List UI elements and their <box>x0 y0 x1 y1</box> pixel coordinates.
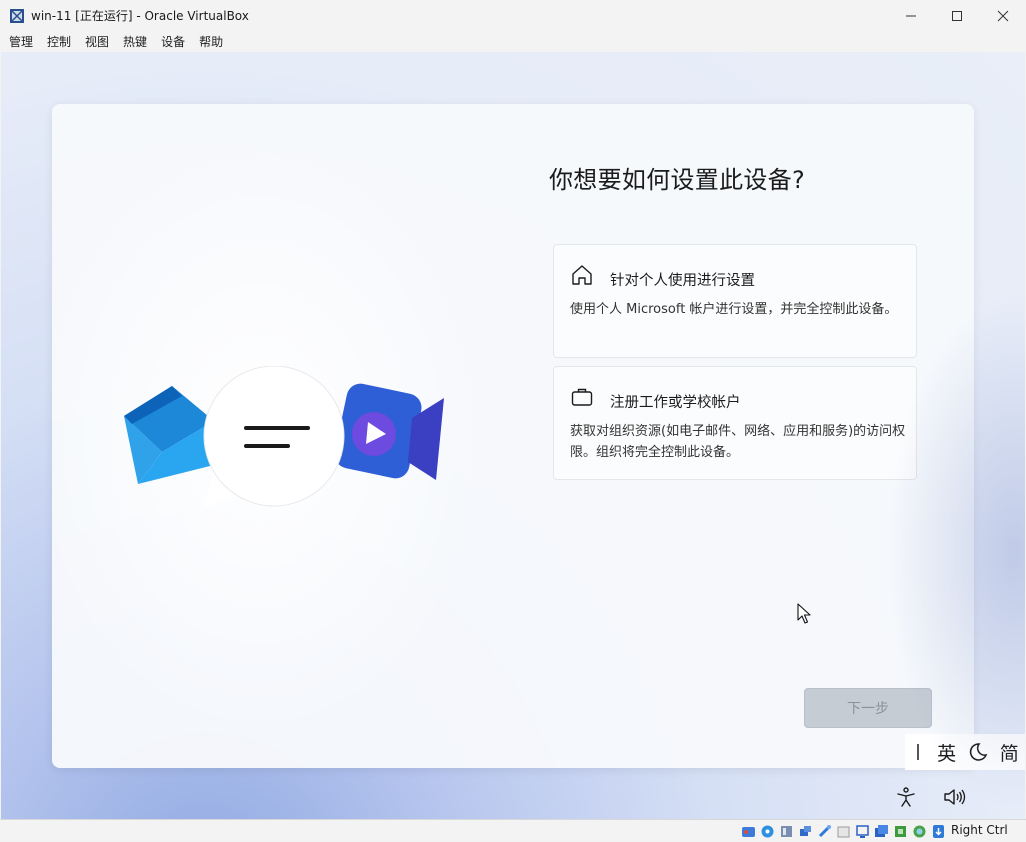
option-work-school[interactable]: 注册工作或学校帐户 获取对组织资源(如电子邮件、网络、应用和服务)的访问权限。组… <box>553 366 917 480</box>
host-key-label: Right Ctrl <box>951 823 1008 837</box>
maximize-button[interactable] <box>934 0 980 31</box>
ime-width-toggle[interactable] <box>962 742 993 762</box>
menu-bar: 管理 控制 视图 热键 设备 帮助 <box>0 31 1026 52</box>
option-work-description: 获取对组织资源(如电子邮件、网络、应用和服务)的访问权限。组织将完全控制此设备。 <box>570 424 906 460</box>
ime-toolbar: 英 简 <box>905 734 1025 770</box>
cpu-icon[interactable] <box>892 823 909 840</box>
option-personal-use[interactable]: 针对个人使用进行设置 使用个人 Microsoft 帐户进行设置，并完全控制此设… <box>553 244 917 358</box>
briefcase-icon <box>571 388 593 406</box>
ime-mode-toggle[interactable]: 英 <box>931 739 962 766</box>
display-icon[interactable] <box>854 823 871 840</box>
window-controls <box>888 0 1026 31</box>
ime-grip[interactable] <box>917 744 919 760</box>
close-button[interactable] <box>980 0 1026 31</box>
menu-manage[interactable]: 管理 <box>9 33 33 50</box>
guest-additions-icon[interactable] <box>911 823 928 840</box>
window-title: win-11 [正在运行] - Oracle VirtualBox <box>31 9 249 23</box>
video-camera-icon <box>334 383 444 480</box>
mouse-cursor-icon <box>797 603 811 624</box>
maximize-icon <box>952 10 962 21</box>
status-icons <box>740 823 947 840</box>
shared-folder-icon[interactable] <box>835 823 852 840</box>
next-button[interactable]: 下一步 <box>804 688 932 728</box>
optical-drive-icon[interactable] <box>759 823 776 840</box>
vm-display[interactable]: 你想要如何设置此设备? 针对个人使用进行设置 使用个人 Microsoft 帐户… <box>1 52 1025 819</box>
menu-view[interactable]: 视图 <box>85 33 109 50</box>
virtualbox-icon <box>10 8 24 23</box>
network-icon[interactable] <box>797 823 814 840</box>
menu-hotkeys[interactable]: 热键 <box>123 33 147 50</box>
menu-devices[interactable]: 设备 <box>161 33 185 50</box>
title-bar: win-11 [正在运行] - Oracle VirtualBox <box>0 0 1026 31</box>
home-icon <box>572 265 592 285</box>
moon-icon <box>969 743 988 761</box>
page-title: 你想要如何设置此设备? <box>549 166 806 194</box>
option-personal-description: 使用个人 Microsoft 帐户进行设置，并完全控制此设备。 <box>570 302 898 317</box>
volume-icon[interactable] <box>943 786 967 808</box>
hard-disk-icon[interactable] <box>740 823 757 840</box>
recording-icon[interactable] <box>873 823 890 840</box>
close-icon <box>997 10 1009 21</box>
menu-control[interactable]: 控制 <box>47 33 71 50</box>
usb-icon[interactable] <box>816 823 833 840</box>
minimize-button[interactable] <box>888 0 934 31</box>
mouse-integration-icon[interactable] <box>930 823 947 840</box>
chat-bubble-icon <box>202 366 345 508</box>
option-personal-title: 针对个人使用进行设置 <box>610 273 755 289</box>
accessibility-icon[interactable] <box>895 786 917 808</box>
audio-icon[interactable] <box>778 823 795 840</box>
setup-card: 你想要如何设置此设备? 针对个人使用进行设置 使用个人 Microsoft 帐户… <box>52 104 974 768</box>
status-bar: Right Ctrl <box>0 819 1026 842</box>
menu-help[interactable]: 帮助 <box>199 33 223 50</box>
communication-illustration <box>124 366 444 508</box>
minimize-icon <box>906 15 916 16</box>
option-work-title: 注册工作或学校帐户 <box>610 395 741 411</box>
ime-script-toggle[interactable]: 简 <box>994 739 1025 766</box>
